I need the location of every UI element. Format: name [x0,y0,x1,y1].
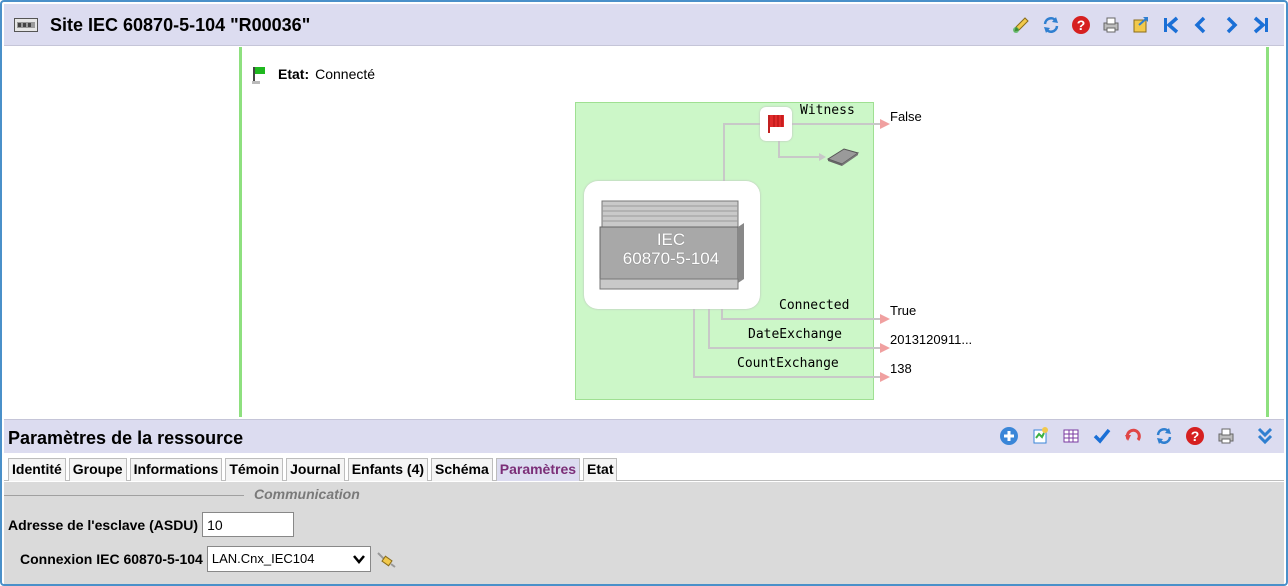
output-value-dateexchange: 2013120911... [890,332,973,347]
export-icon[interactable] [1130,14,1152,36]
help-icon[interactable]: ? [1184,425,1206,447]
print-icon[interactable] [1100,14,1122,36]
collapse-icon[interactable] [1254,425,1276,447]
tab-informations[interactable]: Informations [129,458,223,481]
first-icon[interactable] [1160,14,1182,36]
asdu-row: Adresse de l'esclave (ASDU) [8,512,295,537]
params-form: Communication Adresse de l'esclave (ASDU… [4,482,1284,584]
tab-identite[interactable]: Identité [8,458,66,481]
asdu-input[interactable] [202,512,295,537]
tab-groupe[interactable]: Groupe [68,458,127,481]
output-value-connected: True [890,303,917,318]
tab-etat[interactable]: Etat [583,458,618,481]
params-tabs: Identité Groupe Informations Témoin Jour… [4,454,1284,481]
edit-icon[interactable] [1010,14,1032,36]
output-name-connected: Connected [779,298,850,313]
output-value-witness: False [890,109,922,124]
params-title: Paramètres de la ressource [8,428,244,448]
red-flag-icon [768,115,784,133]
refresh-icon[interactable] [1040,14,1062,36]
svg-text:?: ? [1077,17,1086,33]
section-divider [4,495,244,496]
tab-parametres[interactable]: Paramètres [495,458,581,481]
tab-journal[interactable]: Journal [286,458,345,481]
hand-icon [826,148,860,166]
header-toolbar: ? [1010,12,1272,38]
connection-select[interactable]: LAN.Cnx_IEC104 [206,546,371,572]
device-label-line1: IEC [656,230,686,249]
section-title: Communication [254,486,360,502]
network-link-icon[interactable] [375,549,397,569]
connection-row: Connexion IEC 60870-5-104 LAN.Cnx_IEC104 [20,546,397,572]
tab-temoin[interactable]: Témoin [225,458,284,481]
tab-enfants[interactable]: Enfants (4) [347,458,429,481]
add-icon[interactable] [998,425,1020,447]
section-legend: Communication [4,486,394,504]
window-header: Site IEC 60870-5-104 "R00036" ? [4,4,1284,46]
page-title: Site IEC 60870-5-104 "R00036" [50,15,311,35]
site-icon [14,18,38,32]
asdu-label: Adresse de l'esclave (ASDU) [8,516,199,533]
help-icon[interactable]: ? [1070,14,1092,36]
witness-node[interactable] [760,107,792,141]
device-label: IEC 60870-5-104 [605,230,737,268]
main-window: Site IEC 60870-5-104 "R00036" ? Etat: Co… [0,0,1288,586]
next-icon[interactable] [1220,14,1242,36]
previous-icon[interactable] [1190,14,1212,36]
chevron-down-icon [352,555,365,564]
output-name-dateexchange: DateExchange [748,327,842,342]
params-toolbar: ? [998,425,1276,447]
connection-select-value: LAN.Cnx_IEC104 [211,551,315,566]
connection-label: Connexion IEC 60870-5-104 [20,551,203,567]
new-icon[interactable] [1029,425,1051,447]
output-name-countexchange: CountExchange [737,356,839,371]
state-diagram: Etat: Connecté IEC 60870-5-104 Witness F… [4,47,1284,417]
tab-schema[interactable]: Schéma [431,458,493,481]
output-value-countexchange: 138 [890,361,912,376]
svg-text:?: ? [1191,428,1200,444]
params-header: Paramètres de la ressource ? [4,419,1284,453]
last-icon[interactable] [1250,14,1272,36]
validate-icon[interactable] [1091,425,1113,447]
output-name-witness: Witness [800,103,855,118]
refresh-icon[interactable] [1153,425,1175,447]
device-label-line2: 60870-5-104 [622,249,720,268]
print-icon[interactable] [1215,425,1237,447]
undo-icon[interactable] [1122,425,1144,447]
grid-icon[interactable] [1060,425,1082,447]
